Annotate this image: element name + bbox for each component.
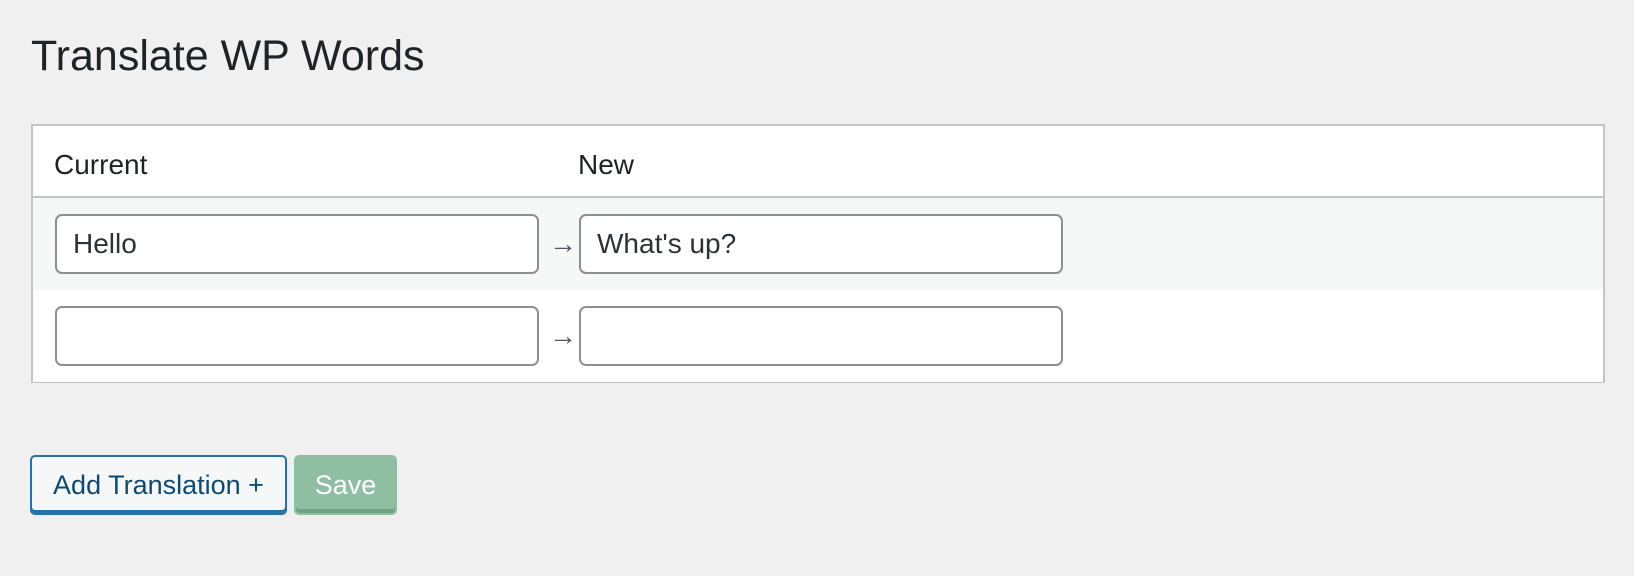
table-header: Current New [33,126,1603,198]
column-header-new: New [578,149,635,180]
table-row: → [33,198,1603,290]
column-header-current: Current [54,149,148,180]
save-button[interactable]: Save [294,455,397,515]
arrow-right-icon: → [549,320,577,351]
translation-table: Current New → → [31,124,1605,383]
arrow-right-icon: → [549,228,577,259]
add-translation-button[interactable]: Add Translation + [30,455,287,515]
new-word-input[interactable] [579,306,1063,366]
new-word-input[interactable] [579,214,1063,274]
table-row: → [33,290,1603,382]
current-word-input[interactable] [55,214,539,274]
current-word-input[interactable] [55,306,539,366]
page-title: Translate WP Words [31,32,425,80]
